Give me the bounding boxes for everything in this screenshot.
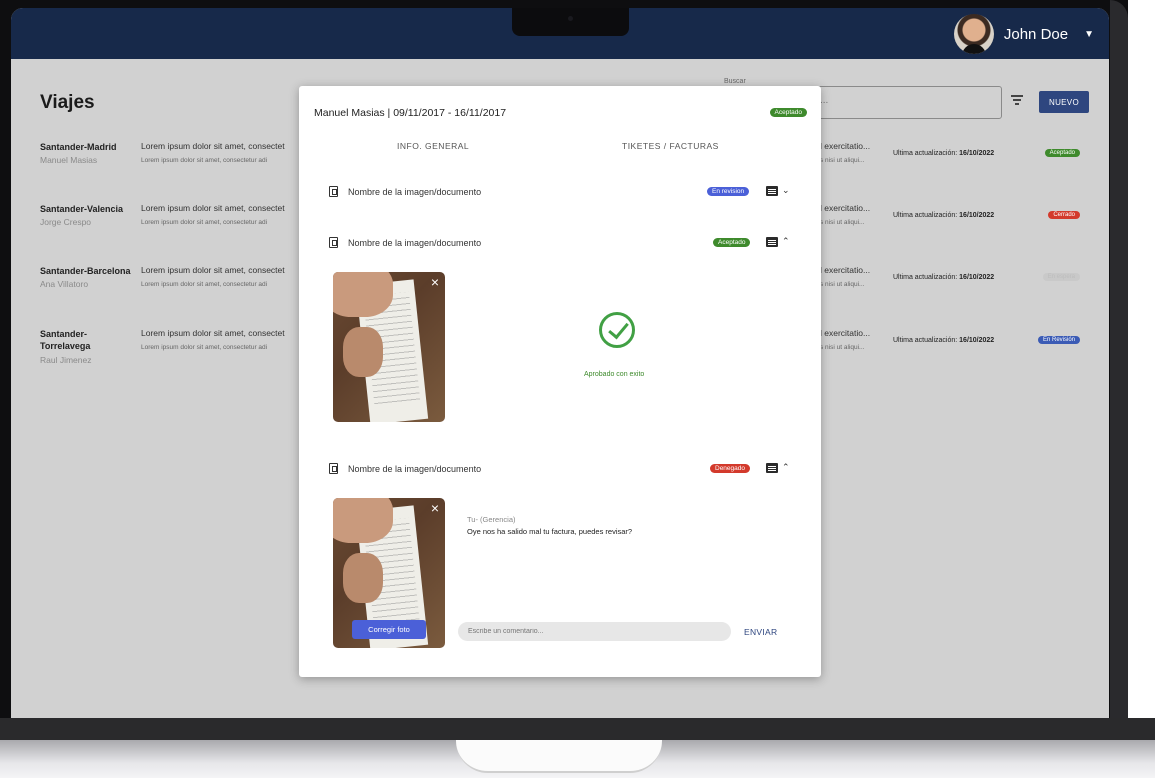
document-row[interactable]: Nombre de la imagen/documento En revisio… xyxy=(329,185,793,200)
document-icon xyxy=(329,463,338,474)
last-updated: Ultima actualización: 16/10/2022 xyxy=(893,337,995,344)
trip-description-detail-end: s nisi ut aliqui... xyxy=(820,219,865,226)
comment-author: Tu- (Gerencia) xyxy=(467,515,516,524)
modal-title: Manuel Masias | 09/11/2017 - 16/11/2017 xyxy=(314,107,507,119)
modal-status-badge: Aceptado xyxy=(769,108,807,117)
document-icon xyxy=(329,186,338,197)
document-name: Nombre de la imagen/documento xyxy=(348,238,482,248)
comment-icon[interactable] xyxy=(766,463,778,473)
avatar[interactable] xyxy=(953,14,994,54)
trip-description-end: l exercitatio... xyxy=(820,203,871,213)
tab-tickets-invoices[interactable]: TIKETES / FACTURAS xyxy=(622,141,719,151)
chevron-up-icon[interactable]: ⌃ xyxy=(782,236,790,247)
trip-description: Lorem ipsum dolor sit amet, consectet xyxy=(141,328,285,338)
trip-person: Jorge Crespo xyxy=(40,217,92,227)
trip-description: Lorem ipsum dolor sit amet, consectet xyxy=(141,141,285,151)
trip-description-detail: Lorem ipsum dolor sit amet, consectetur … xyxy=(141,281,268,288)
status-badge: Cerrado xyxy=(1048,211,1080,219)
document-name: Nombre de la imagen/documento xyxy=(348,187,482,197)
trip-description-detail: Lorem ipsum dolor sit amet, consectetur … xyxy=(141,344,268,351)
comment-input[interactable] xyxy=(458,622,731,641)
document-row[interactable]: Nombre de la imagen/documento Denegado ⌃ xyxy=(329,462,793,477)
trip-detail-modal: Manuel Masias | 09/11/2017 - 16/11/2017 … xyxy=(299,86,821,677)
trip-description-end: l exercitatio... xyxy=(820,265,871,275)
receipt-photo[interactable]: × xyxy=(333,272,445,422)
comment-icon[interactable] xyxy=(766,237,778,247)
last-updated: Ultima actualización: 16/10/2022 xyxy=(893,212,995,219)
user-menu[interactable]: John Doe ▼ xyxy=(953,14,1094,54)
laptop-bezel xyxy=(1110,0,1128,740)
document-status-badge: Denegado xyxy=(710,464,750,473)
document-icon xyxy=(329,237,338,248)
trip-person: Manuel Masias xyxy=(40,155,98,165)
trip-route: Santander-Madrid xyxy=(40,142,117,152)
document-status-badge: En revision xyxy=(707,187,750,196)
fix-photo-button[interactable]: Corregir foto xyxy=(352,620,426,639)
document-name: Nombre de la imagen/documento xyxy=(348,464,482,474)
status-badge: Aceptado xyxy=(1044,149,1080,157)
document-row[interactable]: Nombre de la imagen/documento Aceptado ⌃ xyxy=(329,236,793,251)
comment-text: Oye nos ha salido mal tu factura, puedes… xyxy=(467,527,633,536)
send-button[interactable]: ENVIAR xyxy=(744,627,777,637)
finger-image xyxy=(343,327,383,377)
caret-down-icon[interactable]: ▼ xyxy=(1084,29,1094,40)
trip-description-detail: Lorem ipsum dolor sit amet, consectetur … xyxy=(141,219,268,226)
chevron-down-icon[interactable]: ⌄ xyxy=(782,185,790,196)
tab-general-info[interactable]: INFO. GENERAL xyxy=(397,141,469,151)
finger-image xyxy=(343,553,383,603)
status-badge: En Revisión xyxy=(1037,336,1080,344)
new-button[interactable]: NUEVO xyxy=(1039,91,1089,113)
finger-image xyxy=(333,272,393,317)
camera-notch xyxy=(512,8,629,36)
document-status-badge: Aceptado xyxy=(713,238,751,247)
trip-description: Lorem ipsum dolor sit amet, consectet xyxy=(141,203,285,213)
trip-person: Raul Jimenez xyxy=(40,355,92,365)
comment-icon[interactable] xyxy=(766,186,778,196)
trip-route: Santander-Valencia xyxy=(40,204,124,214)
filter-icon[interactable] xyxy=(1011,95,1023,105)
page-title: Viajes xyxy=(40,92,95,113)
trip-description-end: l exercitatio... xyxy=(820,141,871,151)
finger-image xyxy=(333,498,393,543)
user-name: John Doe xyxy=(1003,25,1069,43)
chevron-up-icon[interactable]: ⌃ xyxy=(782,462,790,473)
laptop-base-notch xyxy=(456,740,662,773)
trip-description-end: l exercitatio... xyxy=(820,328,871,338)
trip-description-detail-end: s nisi ut aliqui... xyxy=(820,281,865,288)
trip-description: Lorem ipsum dolor sit amet, consectet xyxy=(141,265,285,275)
search-label: Buscar xyxy=(722,78,748,85)
check-circle-icon xyxy=(599,312,635,348)
approved-message: Aprobado con exito xyxy=(584,371,645,378)
trip-description-detail: Lorem ipsum dolor sit amet, consectetur … xyxy=(141,157,268,164)
camera-icon xyxy=(568,16,573,21)
last-updated: Ultima actualización: 16/10/2022 xyxy=(893,150,995,157)
screen: John Doe ▼ Viajes Buscar ... NUEVO Santa… xyxy=(11,8,1109,718)
status-badge: En espera xyxy=(1042,273,1080,281)
trip-description-detail-end: s nisi ut aliqui... xyxy=(820,157,865,164)
trip-route: Santander-Barcelona xyxy=(40,266,131,276)
search-value: ... xyxy=(820,95,829,106)
trip-person: Ana Villatoro xyxy=(40,279,89,289)
close-icon[interactable]: × xyxy=(431,500,439,516)
close-icon[interactable]: × xyxy=(431,274,439,290)
trip-description-detail-end: s nisi ut aliqui... xyxy=(820,344,865,351)
last-updated: Ultima actualización: 16/10/2022 xyxy=(893,274,995,281)
trip-route: Santander-Torrelavega xyxy=(40,329,91,351)
